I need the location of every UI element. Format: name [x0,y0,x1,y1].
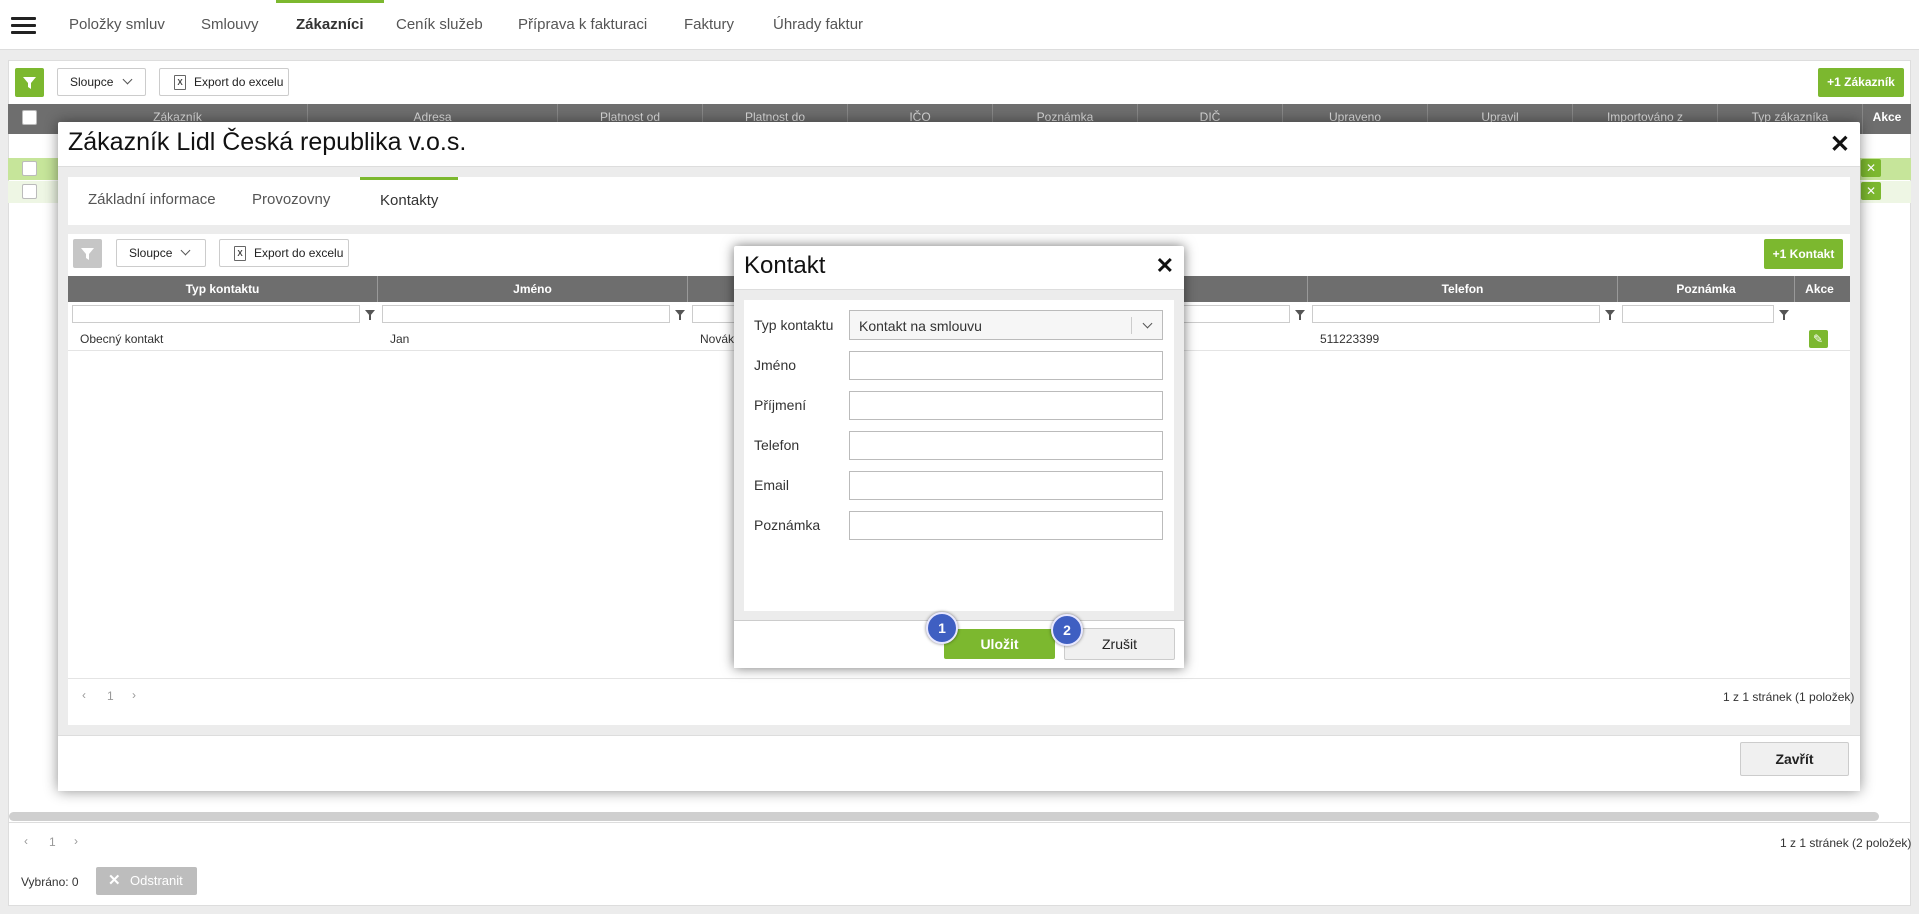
jmeno-field[interactable] [849,351,1163,380]
divider [8,822,1911,823]
poznamka-field[interactable] [849,511,1163,540]
chevron-down-icon [122,74,133,85]
step-badge-1: 1 [926,612,958,644]
tab-kontakty[interactable]: Kontakty [360,177,459,225]
filter-icon [81,248,94,260]
prev-page-icon[interactable]: ‹ [82,688,86,702]
nav-tab-priprava-k-fakturaci[interactable]: Příprava k fakturaci [498,0,667,50]
filter-input-typ-kontaktu[interactable] [72,305,360,323]
email-field[interactable] [849,471,1163,500]
step-badge-2: 2 [1051,614,1083,646]
close-icon: ✕ [108,872,121,889]
filter-toggle-button[interactable] [15,68,44,97]
jmeno-label: Jméno [754,357,797,373]
next-page-icon[interactable]: › [132,688,136,702]
cell-telefon: 511223399 [1320,332,1380,346]
contact-dialog: Kontakt ✕ Typ kontaktu Kontakt na smlouv… [734,246,1184,668]
filter-icon[interactable] [1605,310,1615,320]
close-icon[interactable]: ✕ [1830,130,1850,159]
add-contact-button[interactable]: +1 Kontakt [1764,239,1843,269]
filter-icon [23,77,36,89]
filter-icon[interactable] [1295,310,1305,320]
tab-zakladni-informace[interactable]: Základní informace [68,177,236,225]
prev-page-icon[interactable]: ‹ [24,834,28,848]
chevron-down-icon [1142,318,1153,329]
column-header-telefon[interactable]: Telefon [1308,276,1618,302]
save-button[interactable]: Uložit [944,629,1055,659]
select-all-checkbox[interactable] [22,110,37,125]
edit-icon[interactable] [1809,330,1828,348]
filter-input-jmeno[interactable] [382,305,670,323]
modal-title: Zákazník Lidl Česká republika v.o.s. [68,128,467,156]
dialog-title: Kontakt [744,252,826,279]
delete-row-icon[interactable]: ✕ [1861,159,1881,177]
poznamka-label: Poznámka [754,517,821,533]
cell-prijmeni: Novák [700,332,735,346]
nav-tab-zakaznici[interactable]: Zákazníci [276,0,384,50]
delete-button[interactable]: ✕ Odstranit [96,867,197,895]
export-excel-button[interactable]: X Export do excelu [159,68,289,96]
prijmeni-field[interactable] [849,391,1163,420]
cell-jmeno: Jan [390,332,410,346]
filter-icon[interactable] [675,310,685,320]
top-navigation: Položky smluv Smlouvy Zákazníci Ceník sl… [0,0,1919,50]
add-customer-button[interactable]: +1 Zákazník [1818,68,1904,97]
column-header-akce: Akce [1805,282,1834,296]
filter-icon[interactable] [1779,310,1789,320]
page-number[interactable]: 1 [49,835,56,849]
prijmeni-label: Příjmení [754,397,807,413]
hamburger-icon[interactable] [11,17,36,34]
close-button[interactable]: Zavřít [1740,742,1849,776]
telefon-label: Telefon [754,437,800,453]
page-number[interactable]: 1 [107,689,114,703]
typ-kontaktu-label: Typ kontaktu [754,317,834,333]
divider [1131,317,1132,334]
email-label: Email [754,477,790,493]
tab-provozovny[interactable]: Provozovny [232,177,350,225]
row-checkbox[interactable] [22,161,37,176]
filter-toggle-button[interactable] [73,239,102,268]
excel-icon: X [234,246,246,261]
column-header-akce: Akce [1872,110,1902,124]
column-header-jmeno[interactable]: Jméno [378,276,688,302]
filter-input-telefon[interactable] [1312,305,1600,323]
export-excel-button[interactable]: X Export do excelu [219,239,349,267]
horizontal-scrollbar[interactable] [9,812,1879,821]
dialog-body: Typ kontaktu Kontakt na smlouvu Jméno Př… [734,289,1184,620]
cell-typ-kontaktu: Obecný kontakt [80,332,164,346]
delete-row-icon[interactable]: ✕ [1861,182,1881,200]
dialog-footer: Uložit Zrušit [734,620,1184,668]
close-icon[interactable]: ✕ [1156,253,1174,279]
nav-tab-faktury[interactable]: Faktury [664,0,754,50]
nav-tab-uhrady-faktur[interactable]: Úhrady faktur [753,0,883,50]
nav-tab-smlouvy[interactable]: Smlouvy [181,0,279,50]
modal-footer: Zavřít [58,735,1860,791]
column-header-typ-kontaktu[interactable]: Typ kontaktu [68,276,378,302]
telefon-field[interactable] [849,431,1163,460]
filter-icon[interactable] [365,310,375,320]
pagination-info: 1 z 1 stránek (2 položek) [1780,836,1912,850]
modal-tabs: Základní informace Provozovny Kontakty [68,177,1850,225]
row-checkbox[interactable] [22,184,37,199]
divider [68,678,1850,679]
excel-icon: X [174,75,186,90]
pagination-info: 1 z 1 stránek (1 položek) [1723,690,1855,704]
next-page-icon[interactable]: › [74,834,78,848]
filter-input-poznamka[interactable] [1622,305,1774,323]
columns-dropdown[interactable]: Sloupce [116,239,206,267]
contact-form: Typ kontaktu Kontakt na smlouvu Jméno Př… [744,300,1174,611]
column-header-poznamka[interactable]: Poznámka [1618,276,1795,302]
typ-kontaktu-select[interactable]: Kontakt na smlouvu [849,310,1163,340]
chevron-down-icon [180,245,191,256]
columns-dropdown[interactable]: Sloupce [57,68,146,96]
nav-tab-polozky-smluv[interactable]: Položky smluv [49,0,185,50]
selected-count: Vybráno: 0 [21,875,79,889]
nav-tab-cenik-sluzeb[interactable]: Ceník služeb [376,0,503,50]
